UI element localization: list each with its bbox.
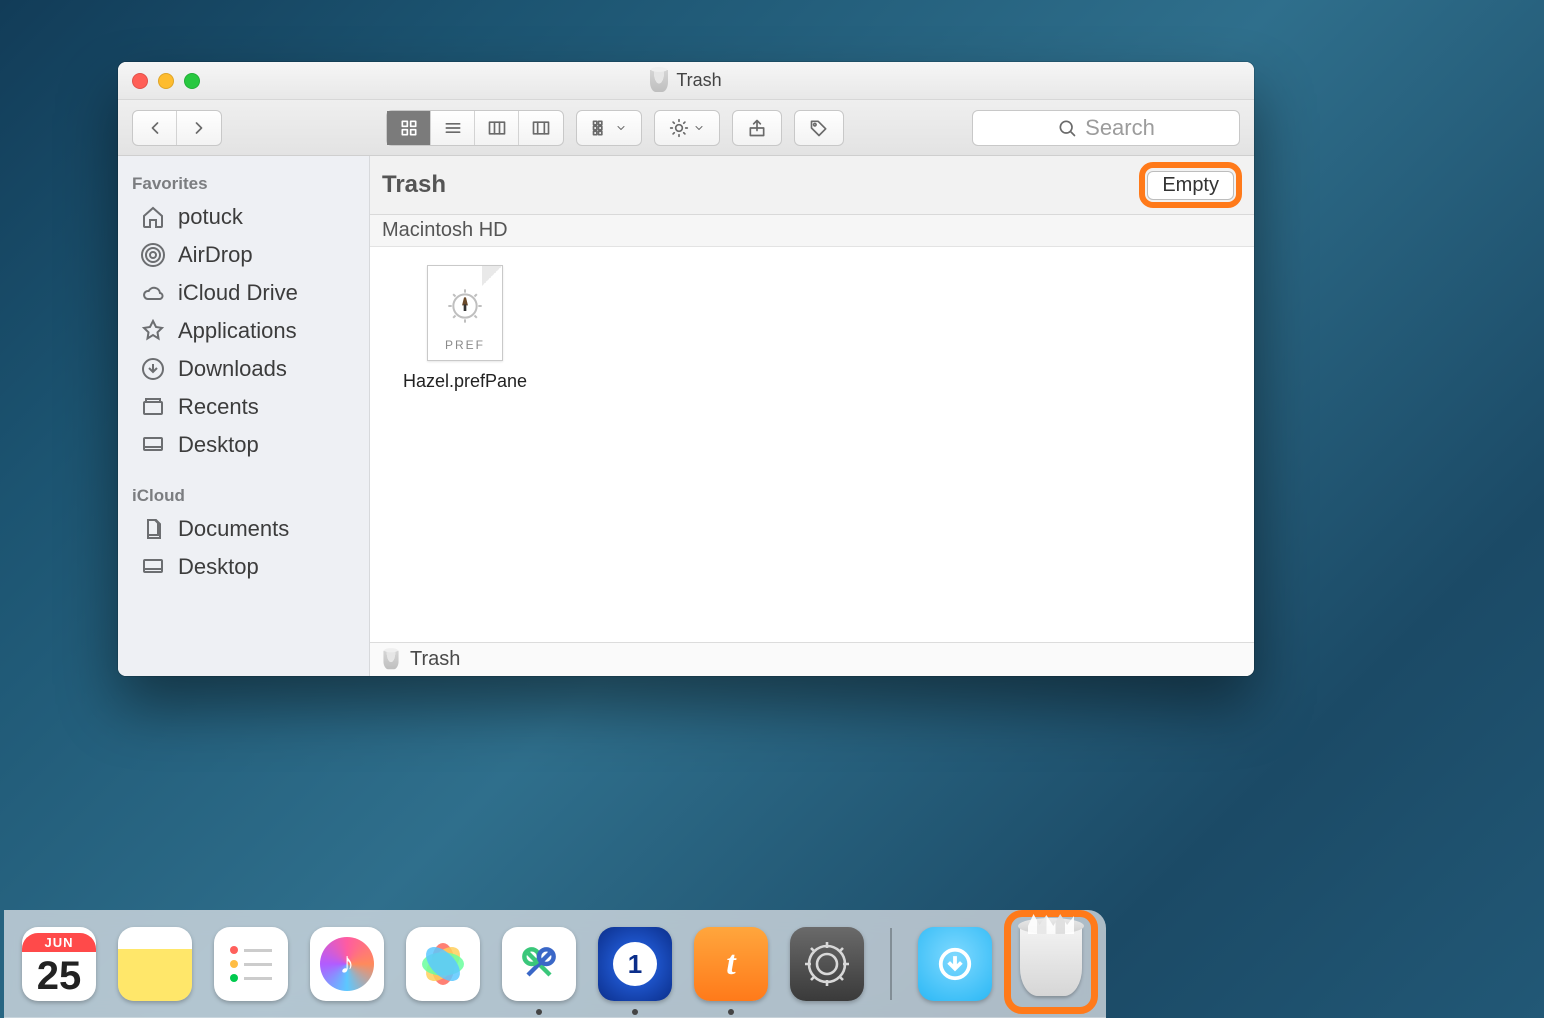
- titlebar[interactable]: Trash: [118, 62, 1254, 100]
- trash-icon: [650, 70, 668, 92]
- icon-view-button[interactable]: [387, 111, 431, 145]
- dock-app-photos[interactable]: [406, 927, 480, 1001]
- dock-stack-downloads[interactable]: [918, 927, 992, 1001]
- sidebar-item-label: Desktop: [178, 554, 259, 580]
- file-item[interactable]: PREF Hazel.prefPane: [390, 265, 540, 392]
- dock-app-calendar[interactable]: JUN 25: [22, 927, 96, 1001]
- column-view-button[interactable]: [475, 111, 519, 145]
- content-area: Trash Empty Macintosh HD: [370, 156, 1254, 676]
- sidebar-item-label: potuck: [178, 204, 243, 230]
- location-label: Trash: [382, 171, 446, 199]
- sidebar-item-recents[interactable]: Recents: [118, 388, 369, 426]
- toolbar: Search: [118, 100, 1254, 156]
- sidebar-item-label: Downloads: [178, 356, 287, 382]
- view-mode-buttons: [386, 110, 564, 146]
- sidebar-item-home[interactable]: potuck: [118, 198, 369, 236]
- sidebar-item-downloads[interactable]: Downloads: [118, 350, 369, 388]
- trash-icon: [383, 650, 398, 669]
- file-grid[interactable]: PREF Hazel.prefPane: [370, 247, 1254, 642]
- gallery-view-button[interactable]: [519, 111, 563, 145]
- dock-app-itunes[interactable]: ♪: [310, 927, 384, 1001]
- search-placeholder: Search: [1085, 115, 1155, 141]
- file-type-label: PREF: [445, 338, 485, 360]
- dock-app-notes[interactable]: [118, 927, 192, 1001]
- dock-app-reminders[interactable]: [214, 927, 288, 1001]
- sidebar-item-desktop[interactable]: Desktop: [118, 426, 369, 464]
- group-by-button[interactable]: [576, 110, 642, 146]
- dock-app-system-preferences[interactable]: [790, 927, 864, 1001]
- sidebar-item-label: Applications: [178, 318, 297, 344]
- desktop-icon: [140, 554, 166, 580]
- sidebar-item-icloud-drive[interactable]: iCloud Drive: [118, 274, 369, 312]
- list-view-button[interactable]: [431, 111, 475, 145]
- tags-button[interactable]: [794, 110, 844, 146]
- action-menu-button[interactable]: [654, 110, 720, 146]
- download-icon: [140, 356, 166, 382]
- search-field[interactable]: Search: [972, 110, 1240, 146]
- back-button[interactable]: [133, 111, 177, 145]
- dock-app-1password[interactable]: 1: [598, 927, 672, 1001]
- dock-separator: [890, 928, 892, 1000]
- sidebar-item-applications[interactable]: Applications: [118, 312, 369, 350]
- desktop-icon: [140, 432, 166, 458]
- close-window-button[interactable]: [132, 73, 148, 89]
- search-icon: [1057, 118, 1077, 138]
- dock-trash[interactable]: [1014, 926, 1088, 1010]
- sidebar-item-documents[interactable]: Documents: [118, 510, 369, 548]
- sidebar-item-icloud-desktop[interactable]: Desktop: [118, 548, 369, 586]
- path-bar[interactable]: Trash: [370, 642, 1254, 676]
- zoom-window-button[interactable]: [184, 73, 200, 89]
- finder-window: Trash: [118, 62, 1254, 676]
- group-header: Macintosh HD: [370, 215, 1254, 247]
- empty-trash-button[interactable]: Empty: [1147, 171, 1234, 200]
- annotation-highlight: Empty: [1139, 162, 1242, 208]
- dock: JUN 25 ♪: [0, 910, 1356, 1018]
- window-controls: [132, 73, 200, 89]
- sidebar-section-favorites: Favorites: [118, 166, 369, 198]
- sidebar-item-airdrop[interactable]: AirDrop: [118, 236, 369, 274]
- home-icon: [140, 204, 166, 230]
- path-label: Trash: [410, 648, 460, 671]
- documents-icon: [140, 516, 166, 542]
- sidebar-item-label: iCloud Drive: [178, 280, 298, 306]
- sidebar-item-label: Recents: [178, 394, 259, 420]
- share-button[interactable]: [732, 110, 782, 146]
- recents-icon: [140, 394, 166, 420]
- sidebar: Favorites potuck AirDrop iCloud Drive Ap…: [118, 156, 370, 676]
- location-header: Trash Empty: [370, 156, 1254, 215]
- sidebar-item-label: Documents: [178, 516, 289, 542]
- nav-buttons: [132, 110, 222, 146]
- dock-trash-wrapper: [1014, 918, 1088, 1010]
- sidebar-section-icloud: iCloud: [118, 478, 369, 510]
- minimize-window-button[interactable]: [158, 73, 174, 89]
- calendar-month: JUN: [22, 933, 96, 952]
- dock-app-tweetbot[interactable]: t: [694, 927, 768, 1001]
- dock-app-screenshot[interactable]: [502, 927, 576, 1001]
- apps-icon: [140, 318, 166, 344]
- sidebar-item-label: Desktop: [178, 432, 259, 458]
- calendar-day: 25: [37, 952, 82, 996]
- window-title: Trash: [676, 70, 721, 91]
- airdrop-icon: [140, 242, 166, 268]
- sidebar-item-label: AirDrop: [178, 242, 253, 268]
- forward-button[interactable]: [177, 111, 221, 145]
- file-name: Hazel.prefPane: [390, 371, 540, 392]
- cloud-icon: [140, 280, 166, 306]
- prefpane-icon: PREF: [427, 265, 503, 361]
